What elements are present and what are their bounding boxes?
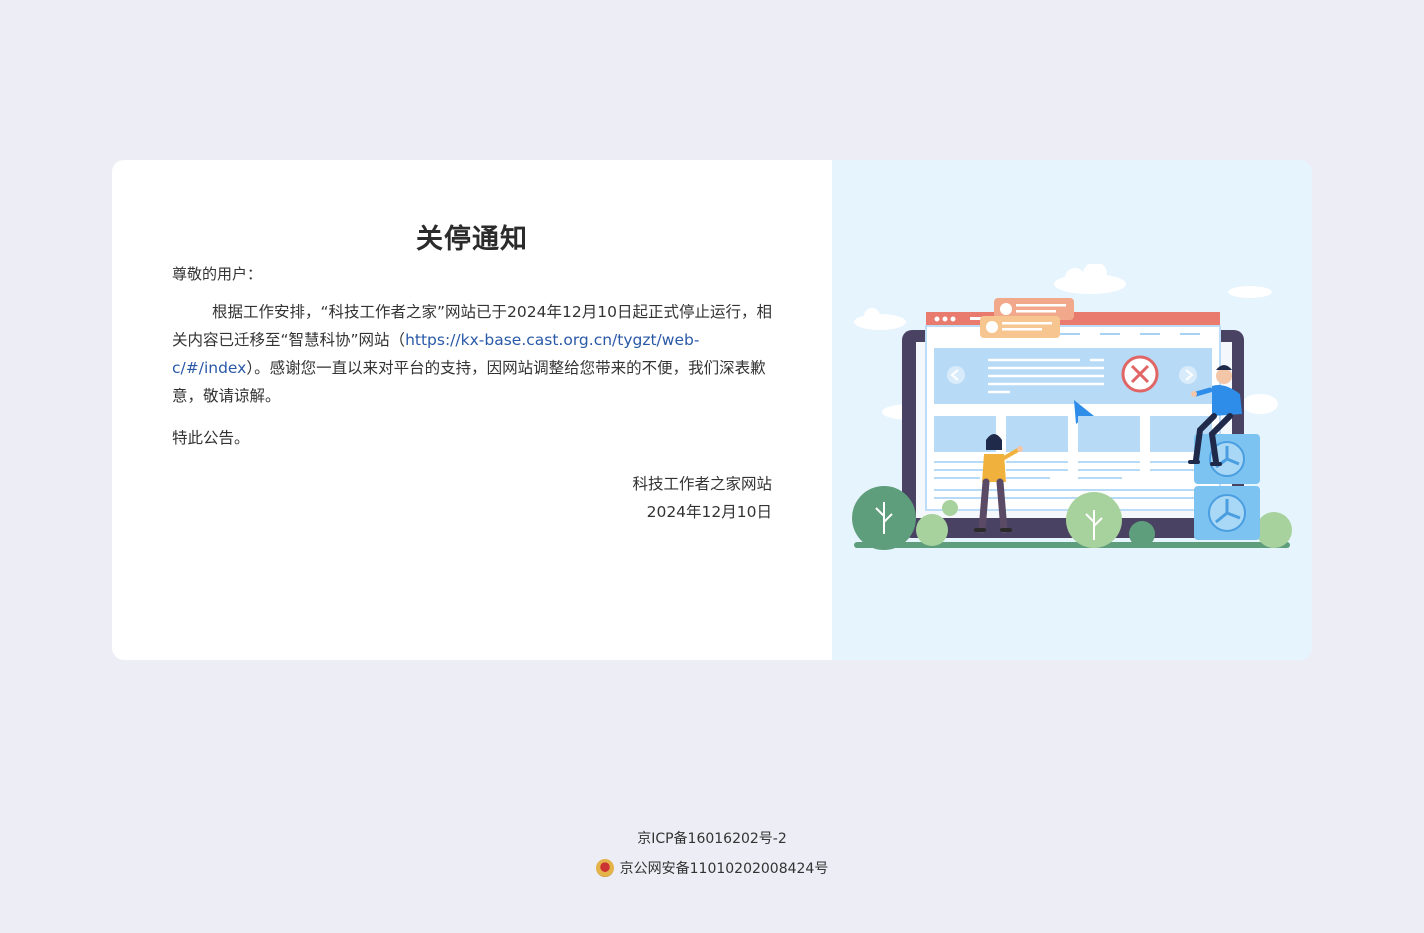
notice-body-after-link: ）。感谢您一直以来对平台的支持，因网站调整给您带来的不便，我们深表歉意，敬请谅解… (172, 359, 766, 405)
police-record-row[interactable]: 京公网安备11010202008424号 (595, 858, 829, 878)
police-record-text: 京公网安备11010202008424号 (619, 861, 829, 877)
website-closed-illustration-icon (852, 264, 1292, 550)
illustration-panel (832, 160, 1312, 660)
signature: 科技工作者之家网站 (632, 475, 772, 493)
police-record: 京公网安备11010202008424号 (0, 858, 1424, 881)
notice-card: 关停通知 尊敬的用户： 根据工作安排，“科技工作者之家”网站已于2024年12月… (112, 160, 1312, 660)
notice-date: 2024年12月10日 (646, 503, 772, 521)
notice-closing: 特此公告。 (172, 429, 250, 447)
greeting: 尊敬的用户： (172, 265, 263, 283)
police-emblem-icon (595, 859, 614, 877)
icp-record: 京ICP备16016202号-2 (0, 828, 1424, 848)
notice-body: 根据工作安排，“科技工作者之家”网站已于2024年12月10日起正式停止运行，相… (172, 298, 772, 410)
notice-panel: 关停通知 尊敬的用户： 根据工作安排，“科技工作者之家”网站已于2024年12月… (112, 160, 832, 660)
signature-block: 科技工作者之家网站 2024年12月10日 (172, 470, 772, 526)
page-title: 关停通知 (416, 224, 528, 255)
icp-record-text[interactable]: 京ICP备16016202号-2 (637, 831, 787, 847)
